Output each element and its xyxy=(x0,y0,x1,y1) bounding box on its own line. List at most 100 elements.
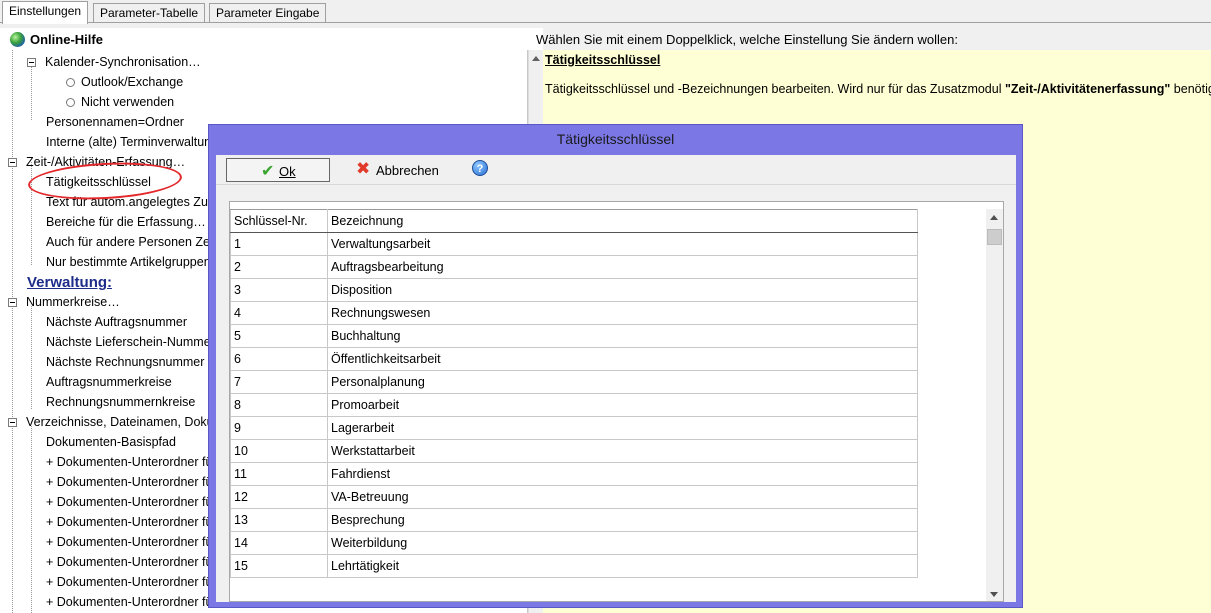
scroll-thumb[interactable] xyxy=(987,229,1002,245)
key-table[interactable]: Schlüssel-Nr. Bezeichnung 1 Verwaltungsar… xyxy=(230,209,918,601)
table-row[interactable]: 5 Buchhaltung xyxy=(230,324,918,348)
tree-item-label: Outlook/Exchange xyxy=(81,75,184,89)
cell-nr[interactable]: 7 xyxy=(230,370,328,394)
collapse-icon[interactable] xyxy=(8,418,17,427)
column-header-bezeichnung[interactable]: Bezeichnung xyxy=(327,209,918,233)
tree-guide xyxy=(12,50,13,613)
cell-nr[interactable]: 15 xyxy=(230,554,328,578)
tree-item[interactable]: Nur bestimmte Artikelgruppen… xyxy=(46,252,223,272)
cell-nr[interactable]: 12 xyxy=(230,485,328,509)
table-row[interactable]: 7 Personalplanung xyxy=(230,370,918,394)
table-row[interactable]: 13 Besprechung xyxy=(230,508,918,532)
cancel-button[interactable]: ✖ Abbrechen xyxy=(352,158,452,182)
cell-bezeichnung[interactable]: Lagerarbeit xyxy=(327,416,918,440)
table-row[interactable]: 6 Öffentlichkeitsarbeit xyxy=(230,347,918,371)
cell-bezeichnung[interactable]: Auftragsbearbeitung xyxy=(327,255,918,279)
table-row[interactable]: 2 Auftragsbearbeitung xyxy=(230,255,918,279)
cell-bezeichnung[interactable]: Rechnungswesen xyxy=(327,301,918,325)
grid-scrollbar[interactable] xyxy=(986,209,1003,601)
tree-item[interactable]: Nächste Rechnungsnummer xyxy=(46,352,204,372)
table-row[interactable]: 1 Verwaltungsarbeit xyxy=(230,232,918,256)
tree-item-radio[interactable]: Nicht verwenden xyxy=(66,92,174,112)
cell-nr[interactable]: 9 xyxy=(230,416,328,440)
scroll-down-icon[interactable] xyxy=(990,592,998,597)
tree-item[interactable]: + Dokumenten-Unterordner für… xyxy=(46,512,229,532)
cell-nr[interactable]: 5 xyxy=(230,324,328,348)
tree-item[interactable]: + Dokumenten-Unterordner für… xyxy=(46,532,229,552)
collapse-icon[interactable] xyxy=(27,58,36,67)
table-row[interactable]: 12 VA-Betreuung xyxy=(230,485,918,509)
cell-nr[interactable]: 4 xyxy=(230,301,328,325)
table-body: 1 Verwaltungsarbeit 2 Auftragsbearbeitung 3 D… xyxy=(230,232,918,578)
table-row[interactable]: 9 Lagerarbeit xyxy=(230,416,918,440)
tree-item[interactable]: Bereiche für die Erfassung… xyxy=(46,212,206,232)
help-text-part: benötigt. xyxy=(1173,82,1211,96)
cell-bezeichnung[interactable]: Fahrdienst xyxy=(327,462,918,486)
help-button[interactable]: ? xyxy=(472,158,490,182)
cell-bezeichnung[interactable]: Besprechung xyxy=(327,508,918,532)
collapse-icon[interactable] xyxy=(8,158,17,167)
cell-bezeichnung[interactable]: Buchhaltung xyxy=(327,324,918,348)
cell-bezeichnung[interactable]: Lehrtätigkeit xyxy=(327,554,918,578)
tree-item[interactable]: Auftragsnummerkreise xyxy=(46,372,172,392)
tree-guide xyxy=(31,426,32,613)
dialog-title: Tätigkeitsschlüssel xyxy=(556,131,675,147)
tree-item[interactable]: + Dokumenten-Unterordner für… xyxy=(46,472,229,492)
table-row[interactable]: 15 Lehrtätigkeit xyxy=(230,554,918,578)
tree-item[interactable]: + Dokumenten-Unterordner für… xyxy=(46,572,229,592)
tree-item[interactable]: Nächste Lieferschein-Nummer xyxy=(46,332,215,352)
tree-item-radio[interactable]: Outlook/Exchange xyxy=(66,72,183,92)
tree-item[interactable]: Kalender-Synchronisation… xyxy=(45,52,201,72)
cell-nr[interactable]: 1 xyxy=(230,232,328,256)
table-row[interactable]: 3 Disposition xyxy=(230,278,918,302)
table-row[interactable]: 4 Rechnungswesen xyxy=(230,301,918,325)
tree-item[interactable]: + Dokumenten-Unterordner für… xyxy=(46,592,229,612)
scroll-up-icon[interactable] xyxy=(532,56,540,61)
tree-item[interactable]: + Dokumenten-Unterordner für… xyxy=(46,492,229,512)
cell-bezeichnung[interactable]: Werkstattarbeit xyxy=(327,439,918,463)
cell-nr[interactable]: 6 xyxy=(230,347,328,371)
radio-icon[interactable] xyxy=(66,98,75,107)
cell-bezeichnung[interactable]: Disposition xyxy=(327,278,918,302)
tree-item[interactable]: + Dokumenten-Unterordner für… xyxy=(46,452,229,472)
tree-item[interactable]: Interne (alte) Terminverwaltung xyxy=(46,132,218,152)
tree-item[interactable]: Dokumenten-Basispfad xyxy=(46,432,176,452)
cell-nr[interactable]: 14 xyxy=(230,531,328,555)
table-row[interactable]: 8 Promoarbeit xyxy=(230,393,918,417)
cell-nr[interactable]: 3 xyxy=(230,278,328,302)
scroll-up-icon[interactable] xyxy=(990,215,998,220)
radio-icon[interactable] xyxy=(66,78,75,87)
tab-parameter-eingabe[interactable]: Parameter Eingabe xyxy=(209,3,327,23)
column-header-nr[interactable]: Schlüssel-Nr. xyxy=(230,209,328,233)
cell-bezeichnung[interactable]: Personalplanung xyxy=(327,370,918,394)
tab-parameter-tabelle[interactable]: Parameter-Tabelle xyxy=(93,3,206,23)
tree-item[interactable]: + Dokumenten-Unterordner für… xyxy=(46,552,229,572)
globe-icon xyxy=(10,32,25,47)
cell-bezeichnung[interactable]: Weiterbildung xyxy=(327,531,918,555)
cell-bezeichnung[interactable]: Promoarbeit xyxy=(327,393,918,417)
tree-item[interactable]: Nummerkreise… xyxy=(26,292,120,312)
table-row[interactable]: 14 Weiterbildung xyxy=(230,531,918,555)
ok-button[interactable]: ✔ Ok xyxy=(226,158,330,182)
cell-nr[interactable]: 8 xyxy=(230,393,328,417)
tree-item[interactable]: Rechnungsnummernkreise xyxy=(46,392,195,412)
cell-nr[interactable]: 13 xyxy=(230,508,328,532)
tab-einstellungen[interactable]: Einstellungen xyxy=(2,1,89,24)
tree-item[interactable]: Nächste Auftragsnummer xyxy=(46,312,187,332)
help-text-part: Tätigkeitsschlüssel und -Bezeichnungen b… xyxy=(545,82,1005,96)
cell-bezeichnung[interactable]: VA-Betreuung xyxy=(327,485,918,509)
cell-nr[interactable]: 11 xyxy=(230,462,328,486)
tab-strip: Einstellungen Parameter-Tabelle Paramete… xyxy=(0,0,1211,24)
cell-bezeichnung[interactable]: Verwaltungsarbeit xyxy=(327,232,918,256)
cell-nr[interactable]: 10 xyxy=(230,439,328,463)
section-heading-verwaltung[interactable]: Verwaltung: xyxy=(27,273,112,293)
table-row[interactable]: 11 Fahrdienst xyxy=(230,462,918,486)
tree-item[interactable]: Personennamen=Ordner xyxy=(46,112,184,132)
checkmark-icon: ✔ xyxy=(261,163,275,180)
table-row[interactable]: 10 Werkstattarbeit xyxy=(230,439,918,463)
help-heading[interactable]: Tätigkeitsschlüssel xyxy=(545,53,660,67)
collapse-icon[interactable] xyxy=(8,298,17,307)
cell-bezeichnung[interactable]: Öffentlichkeitsarbeit xyxy=(327,347,918,371)
cell-nr[interactable]: 2 xyxy=(230,255,328,279)
online-help-title: Online-Hilfe xyxy=(30,32,103,47)
